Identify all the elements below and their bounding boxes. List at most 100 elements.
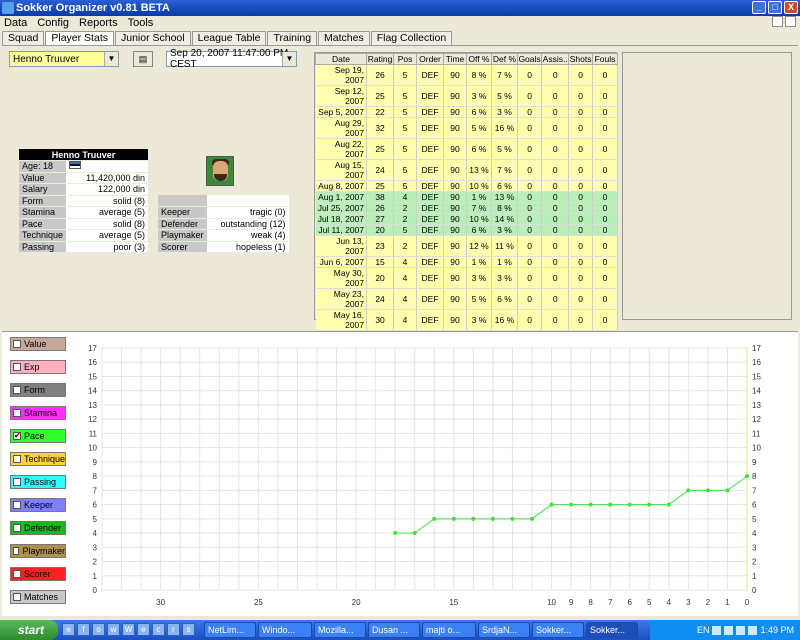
checkbox-icon[interactable]: [13, 524, 21, 532]
column-header[interactable]: Assis..: [541, 53, 570, 65]
maximize-button[interactable]: □: [768, 1, 782, 14]
tab-player-stats[interactable]: Player Stats: [45, 31, 114, 45]
tab-training[interactable]: Training: [267, 31, 318, 45]
table-row[interactable]: Jun 6, 2007 15 4 DEF 90 1 % 1 % 0 0 0 0: [315, 256, 619, 268]
player-details-button[interactable]: ▤: [133, 51, 153, 67]
quick-launch-icon[interactable]: r: [167, 623, 180, 636]
table-row[interactable]: Sep 12, 2007 25 5 DEF 90 3 % 5 % 0 0 0 0: [315, 85, 619, 107]
quick-launch-icon[interactable]: W: [122, 623, 135, 636]
checkbox-icon[interactable]: ✔: [13, 432, 21, 440]
quick-launch-icon[interactable]: c: [152, 623, 165, 636]
taskbar-button[interactable]: Sokker...: [586, 622, 638, 638]
checkbox-icon[interactable]: [13, 547, 20, 555]
legend-toggle-form[interactable]: Form: [10, 383, 66, 397]
table-row[interactable]: Sep 5, 2007 22 5 DEF 90 6 % 3 % 0 0 0 0: [315, 106, 619, 118]
table-row[interactable]: Aug 15, 2007 24 5 DEF 90 13 % 7 % 0 0 0 0: [315, 159, 619, 181]
table-row[interactable]: Aug 1, 2007 38 4 DEF 90 1 % 13 % 0 0 0 0: [315, 191, 619, 203]
taskbar-button[interactable]: Sokker...: [532, 622, 584, 638]
taskbar-button[interactable]: Windo...: [258, 622, 312, 638]
legend-toggle-keeper[interactable]: Keeper: [10, 498, 66, 512]
checkbox-icon[interactable]: [13, 340, 21, 348]
tray-icon[interactable]: [736, 625, 746, 635]
tab-squad[interactable]: Squad: [2, 31, 45, 45]
legend-toggle-stamina[interactable]: Stamina: [10, 406, 66, 420]
tab-league-table[interactable]: League Table: [191, 31, 267, 45]
table-row[interactable]: Aug 22, 2007 25 5 DEF 90 6 % 5 % 0 0 0 0: [315, 138, 619, 160]
legend-toggle-technique[interactable]: Technique: [10, 452, 66, 466]
tray-icon[interactable]: [712, 625, 722, 635]
inner-minimize-icon[interactable]: [772, 16, 783, 27]
quick-launch-icon[interactable]: f: [77, 623, 90, 636]
tab-junior-school[interactable]: Junior School: [114, 31, 191, 45]
column-header[interactable]: Rating: [366, 53, 395, 65]
column-header[interactable]: Date: [314, 53, 368, 65]
menu-data[interactable]: Data: [4, 17, 27, 29]
legend-label: Scorer: [24, 569, 51, 579]
checkbox-icon[interactable]: [13, 478, 21, 486]
minimize-button[interactable]: _: [752, 1, 766, 14]
table-row[interactable]: Jul 11, 2007 20 5 DEF 90 6 % 3 % 0 0 0 0: [315, 224, 619, 236]
column-header[interactable]: Fouls: [591, 53, 619, 65]
table-row[interactable]: Sep 19, 2007 26 5 DEF 90 8 % 7 % 0 0 0 0: [315, 64, 619, 86]
legend-toggle-matches[interactable]: Matches: [10, 590, 66, 604]
player-select[interactable]: Henno Truuver ▼: [9, 51, 119, 67]
taskbar-button[interactable]: Mozilla...: [314, 622, 366, 638]
menu-config[interactable]: Config: [37, 17, 69, 29]
table-cell: 0: [541, 191, 570, 203]
quick-launch-icon[interactable]: o: [92, 623, 105, 636]
inner-close-icon[interactable]: [785, 16, 796, 27]
start-button[interactable]: start: [0, 620, 58, 640]
column-header[interactable]: Goals: [516, 53, 543, 65]
table-cell: 6 %: [491, 180, 518, 192]
checkbox-icon[interactable]: [13, 593, 21, 601]
table-row[interactable]: Jul 18, 2007 27 2 DEF 90 10 % 14 % 0 0 0 0: [315, 213, 619, 225]
legend-toggle-scorer[interactable]: Scorer: [10, 567, 66, 581]
table-row[interactable]: May 16, 2007 30 4 DEF 90 3 % 16 % 0 0 0 0: [315, 309, 619, 331]
legend-toggle-value[interactable]: Value: [10, 337, 66, 351]
checkbox-icon[interactable]: [13, 570, 21, 578]
table-row[interactable]: Jun 13, 2007 23 2 DEF 90 12 % 11 % 0 0 0 0: [315, 235, 619, 257]
table-row[interactable]: May 23, 2007 24 4 DEF 90 5 % 6 % 0 0 0 0: [315, 288, 619, 310]
tray-icon[interactable]: [748, 625, 758, 635]
legend-toggle-exp[interactable]: Exp: [10, 360, 66, 374]
table-cell: 0: [541, 235, 570, 257]
tab-flag-collection[interactable]: Flag Collection: [370, 31, 453, 45]
menu-tools[interactable]: Tools: [128, 17, 154, 29]
table-row[interactable]: Aug 8, 2007 25 5 DEF 90 10 % 6 % 0 0 0 0: [315, 180, 619, 192]
checkbox-icon[interactable]: [13, 455, 21, 463]
menu-reports[interactable]: Reports: [79, 17, 118, 29]
checkbox-icon[interactable]: [13, 386, 21, 394]
column-header[interactable]: Off %: [465, 53, 492, 65]
column-header[interactable]: Order: [415, 53, 445, 65]
chevron-down-icon[interactable]: ▼: [282, 52, 296, 66]
quick-launch-icon[interactable]: s: [182, 623, 195, 636]
checkbox-icon[interactable]: [13, 409, 21, 417]
column-header[interactable]: Pos: [393, 53, 417, 65]
checkbox-icon[interactable]: [13, 501, 21, 509]
quick-launch-icon[interactable]: w: [107, 623, 120, 636]
table-row[interactable]: May 30, 2007 20 4 DEF 90 3 % 3 % 0 0 0 0: [315, 267, 619, 289]
language-indicator[interactable]: EN: [697, 625, 710, 635]
legend-toggle-pace[interactable]: ✔ Pace: [10, 429, 66, 443]
column-header[interactable]: Shots: [568, 53, 593, 65]
date-select[interactable]: Sep 20, 2007 11:47:00 PM CEST ▼: [166, 48, 297, 70]
taskbar-button[interactable]: Dusan ...: [368, 622, 420, 638]
taskbar-button[interactable]: majti o...: [422, 622, 476, 638]
legend-toggle-playmaker[interactable]: Playmaker: [10, 544, 66, 558]
table-row[interactable]: Jul 25, 2007 26 2 DEF 90 7 % 8 % 0 0 0 0: [315, 202, 619, 214]
column-header[interactable]: Time: [443, 53, 467, 65]
column-header[interactable]: Def %: [490, 53, 518, 65]
close-button[interactable]: X: [784, 1, 798, 14]
taskbar-button[interactable]: NetLim...: [204, 622, 256, 638]
quick-launch-icon[interactable]: e: [137, 623, 150, 636]
quick-launch-icon[interactable]: e: [62, 623, 75, 636]
tab-matches[interactable]: Matches: [318, 31, 370, 45]
tray-icon[interactable]: [724, 625, 734, 635]
legend-toggle-passing[interactable]: Passing: [10, 475, 66, 489]
table-row[interactable]: Aug 29, 2007 32 5 DEF 90 5 % 16 % 0 0 0 0: [315, 117, 619, 139]
legend-toggle-defender[interactable]: Defender: [10, 521, 66, 535]
taskbar-button[interactable]: SrdjaN...: [478, 622, 530, 638]
chevron-down-icon[interactable]: ▼: [104, 52, 118, 66]
checkbox-icon[interactable]: [13, 363, 21, 371]
player-avatar: [206, 156, 234, 186]
